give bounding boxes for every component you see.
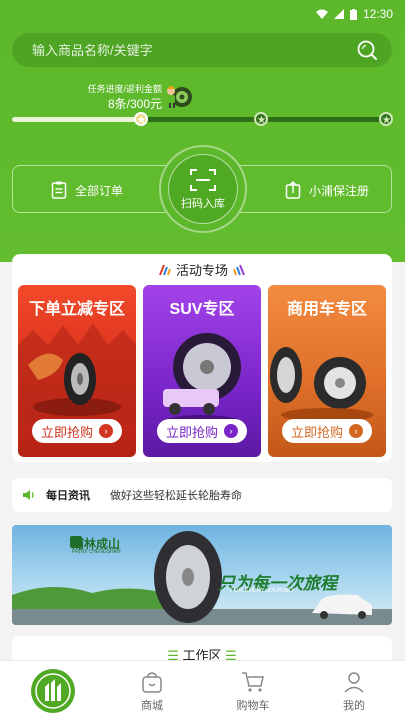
promo-tile-suv[interactable]: SUV专区 立即抢购 › [143, 285, 261, 457]
nav-label: 我的 [343, 700, 365, 712]
scan-button[interactable]: 扫码入库 [159, 145, 247, 233]
all-orders-button[interactable]: 全部订单 [51, 166, 123, 214]
chevron-right-icon: › [99, 424, 113, 438]
activity-title: 活动专场 [12, 260, 392, 279]
cart-icon [242, 672, 264, 692]
progress-milestone-2 [254, 112, 268, 126]
buy-now-button[interactable]: 立即抢购 › [282, 419, 372, 443]
all-orders-label: 全部订单 [75, 183, 124, 198]
star-icon [381, 114, 391, 123]
progress-fill [12, 117, 145, 122]
nav-item-profile[interactable]: 我的 [314, 661, 394, 720]
nav-item-cart[interactable]: 购物车 [213, 661, 293, 720]
banner-slogan-sub: FOR EVERY JOURNEY [230, 588, 295, 594]
buy-now-button[interactable]: 立即抢购 › [32, 419, 122, 443]
daily-news-label-text: 每日资讯 [46, 490, 90, 502]
promo-banner[interactable]: 浦林成山 PRINX CHENGSHAN 只为每一次旅程 FOR EVERY J… [12, 525, 392, 625]
nav-label: 商城 [141, 700, 163, 712]
buy-now-label: 立即抢购 [40, 424, 93, 440]
daily-news-text[interactable]: 做好这些轻松延长轮胎寿命 [110, 487, 242, 503]
brand-subtitle: PRINX CHENGSHAN [72, 549, 121, 555]
wifi-icon [315, 9, 328, 19]
progress-value: 8条/300元 [107, 97, 162, 111]
signal-icon [333, 9, 344, 19]
user-icon [344, 672, 364, 693]
star-icon [256, 114, 266, 123]
register-label: 小浦保注册 [309, 183, 370, 198]
search-input[interactable] [32, 42, 356, 58]
status-time: 12:30 [362, 7, 393, 21]
nav-label: 购物车 [236, 700, 270, 712]
buy-now-label: 立即抢购 [290, 424, 343, 440]
brand-logo-icon [35, 673, 71, 709]
chevron-right-icon: › [349, 424, 363, 438]
speaker-icon [23, 490, 34, 500]
scan-label: 扫码入库 [181, 197, 225, 210]
buy-now-button[interactable]: 立即抢购 › [157, 419, 247, 443]
daily-news-bar[interactable]: 每日资讯 做好这些轻松延长轮胎寿命 [12, 478, 392, 512]
shopping-bag-icon [142, 672, 162, 693]
tire-mascot-icon [167, 86, 192, 108]
progress-milestone-1 [134, 112, 148, 126]
progress-label: 任务进度/返利金额 [87, 84, 162, 94]
scan-icon [190, 168, 216, 191]
search-icon[interactable] [356, 39, 378, 61]
status-bar: 12:30 [0, 0, 405, 28]
chevron-right-icon: › [224, 424, 238, 438]
progress-milestone-3 [379, 112, 393, 126]
confetti-icon [232, 264, 245, 276]
order-list-icon [51, 181, 67, 199]
activity-card: 活动专场 下单立减专区 立即抢购 › SUV专区 立即抢购 › 商用车专区 立即… [12, 254, 392, 462]
star-icon [136, 114, 146, 123]
activity-title-text: 活动专场 [175, 263, 228, 278]
buy-now-label: 立即抢购 [165, 424, 218, 440]
daily-news-label: 每日资讯 [22, 487, 90, 503]
battery-icon [349, 8, 357, 20]
promo-tile-commercial[interactable]: 商用车专区 立即抢购 › [268, 285, 386, 457]
home-logo-button[interactable] [31, 669, 75, 713]
promo-tile-discount[interactable]: 下单立减专区 立即抢购 › [18, 285, 136, 457]
upload-icon [285, 181, 301, 199]
nav-item-mall[interactable]: 商城 [112, 661, 192, 720]
register-button[interactable]: 小浦保注册 [285, 166, 369, 214]
scan-button-inner[interactable]: 扫码入库 [168, 154, 238, 224]
confetti-icon [159, 264, 172, 276]
progress-track [12, 117, 392, 122]
search-bar[interactable] [12, 33, 392, 67]
